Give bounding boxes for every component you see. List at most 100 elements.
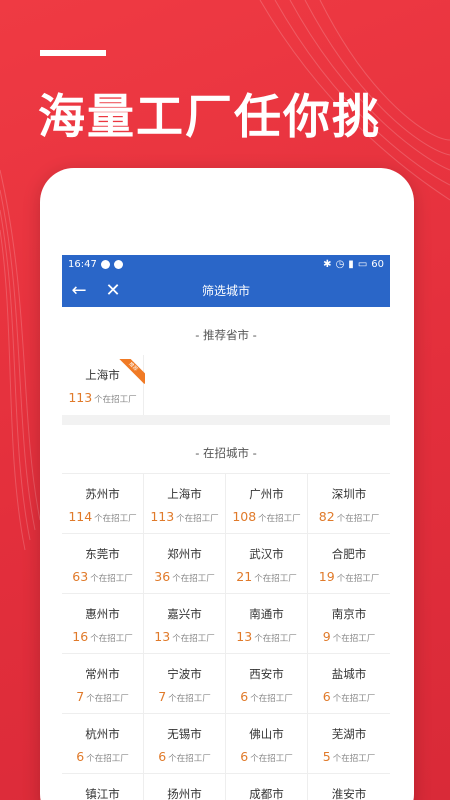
factory-count: 114 bbox=[68, 509, 93, 524]
factory-count: 108 bbox=[232, 509, 257, 524]
factory-count: 5 bbox=[322, 749, 331, 764]
city-item[interactable]: 南京市 9 个在招工厂 bbox=[308, 593, 390, 653]
city-name: 南京市 bbox=[331, 607, 367, 621]
factory-count: 6 bbox=[240, 689, 249, 704]
factory-count: 13 bbox=[154, 629, 171, 644]
city-name: 惠州市 bbox=[85, 607, 120, 621]
city-name: 嘉兴市 bbox=[167, 607, 202, 621]
city-item[interactable]: 盐城市 6 个在招工厂 bbox=[308, 653, 390, 713]
hiring-section-title: - 在招城市 - bbox=[195, 446, 257, 460]
city-item[interactable]: 镇江市 bbox=[62, 773, 144, 800]
city-name: 苏州市 bbox=[85, 487, 120, 501]
city-name: 武汉市 bbox=[249, 547, 284, 561]
factory-count-suffix: 个在招工厂 bbox=[172, 574, 215, 584]
recommended-section-title: - 推荐省市 - bbox=[195, 328, 257, 342]
factory-count: 6 bbox=[76, 749, 85, 764]
city-name: 郑州市 bbox=[167, 547, 202, 561]
city-item[interactable]: 惠州市 16 个在招工厂 bbox=[62, 593, 144, 653]
city-item[interactable]: 成都市 bbox=[226, 773, 308, 800]
city-name: 广州市 bbox=[249, 487, 284, 501]
city-item[interactable]: 合肥市 19 个在招工厂 bbox=[308, 533, 390, 593]
city-name: 西安市 bbox=[249, 667, 284, 681]
city-item[interactable]: 武汉市 21 个在招工厂 bbox=[226, 533, 308, 593]
city-item[interactable]: 广州市 108 个在招工厂 bbox=[226, 473, 308, 533]
city-item[interactable]: 宁波市 7 个在招工厂 bbox=[144, 653, 226, 713]
city-name: 镇江市 bbox=[85, 787, 120, 800]
city-item[interactable]: 无锡市 6 个在招工厂 bbox=[144, 713, 226, 773]
city-item[interactable]: 西安市 6 个在招工厂 bbox=[226, 653, 308, 713]
city-name: 盐城市 bbox=[331, 667, 367, 681]
app-bar: ← ✕ 筛选城市 bbox=[62, 273, 390, 307]
factory-count-suffix: 个在招工厂 bbox=[86, 754, 129, 764]
headline-text: 海量工厂任你挑 bbox=[38, 90, 381, 145]
factory-count: 13 bbox=[236, 629, 253, 644]
factory-count-suffix: 个在招工厂 bbox=[94, 395, 137, 405]
battery-icon: ▭ bbox=[357, 258, 368, 270]
factory-count-suffix: 个在招工厂 bbox=[250, 754, 293, 764]
city-name: 无锡市 bbox=[167, 727, 202, 741]
factory-count: 19 bbox=[318, 569, 335, 584]
city-item[interactable]: 苏州市 114 个在招工厂 bbox=[62, 473, 144, 533]
factory-count-suffix: 个在招工厂 bbox=[168, 694, 211, 704]
factory-count: 16 bbox=[72, 629, 89, 644]
city-item[interactable]: 郑州市 36 个在招工厂 bbox=[144, 533, 226, 593]
city-name: 佛山市 bbox=[249, 727, 284, 741]
city-name: 扬州市 bbox=[167, 787, 202, 800]
factory-count: 113 bbox=[150, 509, 175, 524]
factory-count: 82 bbox=[318, 509, 335, 524]
city-grid: 苏州市 114 个在招工厂 上海市 113 个在招工厂 广州市 108 个在招工厂 深圳市 82 个在… bbox=[62, 473, 390, 800]
city-item[interactable]: 淮安市 bbox=[308, 773, 390, 800]
bluetooth-icon: ✱ bbox=[323, 258, 332, 270]
factory-count: 36 bbox=[154, 569, 171, 584]
city-name: 合肥市 bbox=[331, 547, 367, 561]
phone-screen: 16:47 ✱ ◷ ▮ ▭ 60 ← ✕ 筛选城市 - 推荐省市 - 推荐 上海… bbox=[62, 255, 390, 800]
city-name: 宁波市 bbox=[167, 667, 202, 681]
factory-count: 113 bbox=[68, 390, 93, 405]
close-icon[interactable]: ✕ bbox=[96, 273, 130, 307]
city-name: 成都市 bbox=[249, 787, 284, 800]
city-name: 常州市 bbox=[85, 667, 120, 681]
factory-count: 6 bbox=[240, 749, 249, 764]
status-time: 16:47 bbox=[68, 258, 97, 270]
city-item[interactable]: 常州市 7 个在招工厂 bbox=[62, 653, 144, 713]
factory-count-suffix: 个在招工厂 bbox=[86, 694, 129, 704]
city-item[interactable]: 东莞市 63 个在招工厂 bbox=[62, 533, 144, 593]
factory-count-suffix: 个在招工厂 bbox=[336, 514, 380, 524]
status-bar: 16:47 ✱ ◷ ▮ ▭ 60 bbox=[62, 255, 390, 273]
city-item[interactable]: 上海市 113 个在招工厂 bbox=[144, 473, 226, 533]
city-item[interactable]: 南通市 13 个在招工厂 bbox=[226, 593, 308, 653]
headline-accent-bar bbox=[40, 50, 106, 56]
message-icon bbox=[100, 259, 110, 269]
factory-count-suffix: 个在招工厂 bbox=[168, 754, 211, 764]
factory-count: 63 bbox=[72, 569, 89, 584]
recommended-city-item[interactable]: 推荐 上海市 113 个在招工厂 bbox=[62, 355, 145, 415]
city-name: 淮安市 bbox=[331, 787, 367, 800]
factory-count-suffix: 个在招工厂 bbox=[336, 574, 380, 584]
factory-count-suffix: 个在招工厂 bbox=[258, 514, 301, 524]
city-name: 上海市 bbox=[167, 487, 202, 501]
city-item[interactable]: 芜湖市 5 个在招工厂 bbox=[308, 713, 390, 773]
alarm-icon: ◷ bbox=[335, 258, 345, 270]
factory-count-suffix: 个在招工厂 bbox=[254, 634, 297, 644]
factory-count: 9 bbox=[322, 629, 331, 644]
factory-count: 21 bbox=[236, 569, 253, 584]
hiring-section: - 在招城市 - 苏州市 114 个在招工厂 上海市 113 个在招工厂 广州市 108 个在招… bbox=[62, 425, 390, 800]
city-item[interactable]: 扬州市 bbox=[144, 773, 226, 800]
factory-count-suffix: 个在招工厂 bbox=[332, 694, 376, 704]
battery-level: 60 bbox=[371, 258, 384, 270]
factory-count-suffix: 个在招工厂 bbox=[254, 574, 297, 584]
signal-icon: ▮ bbox=[348, 258, 354, 270]
recommended-section: - 推荐省市 - 推荐 上海市 113 个在招工厂 bbox=[62, 307, 390, 415]
factory-count-suffix: 个在招工厂 bbox=[90, 634, 133, 644]
city-name: 芜湖市 bbox=[331, 727, 367, 741]
city-item[interactable]: 佛山市 6 个在招工厂 bbox=[226, 713, 308, 773]
city-item[interactable]: 杭州市 6 个在招工厂 bbox=[62, 713, 144, 773]
city-name: 东莞市 bbox=[85, 547, 120, 561]
city-name: 深圳市 bbox=[331, 487, 367, 501]
factory-count-suffix: 个在招工厂 bbox=[250, 694, 293, 704]
back-icon[interactable]: ← bbox=[62, 273, 96, 307]
app-notification-icon bbox=[113, 259, 123, 269]
city-name: 南通市 bbox=[249, 607, 284, 621]
city-item[interactable]: 嘉兴市 13 个在招工厂 bbox=[144, 593, 226, 653]
city-item[interactable]: 深圳市 82 个在招工厂 bbox=[308, 473, 390, 533]
